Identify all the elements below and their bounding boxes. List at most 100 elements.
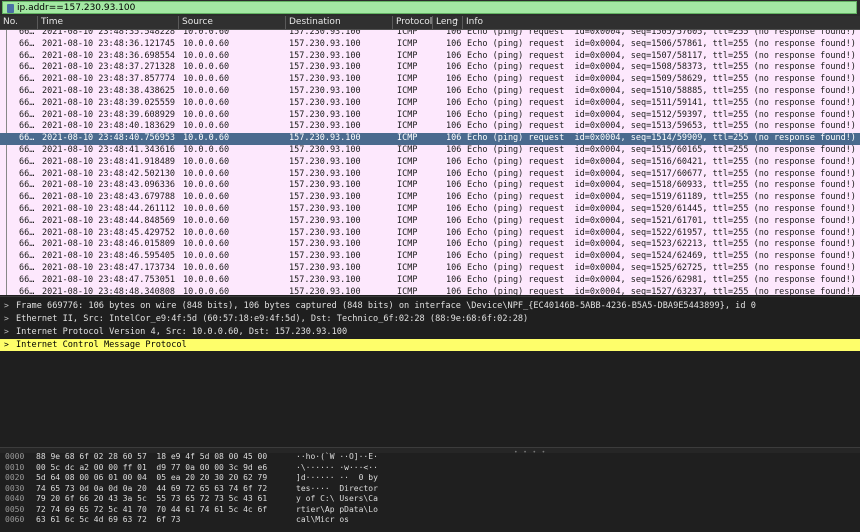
packet-row[interactable]: 66… 2021-08-10 23:48:40.183629 10.0.0.60 15… bbox=[0, 121, 860, 133]
cell-destination: 157.230.93.100 bbox=[289, 239, 361, 250]
cell-length: 106 bbox=[446, 274, 462, 285]
bytes-ascii: tes···· Director bbox=[296, 483, 378, 493]
bytes-hex: 74 65 73 0d 0a 0d 0a 20 44 69 72 65 63 7… bbox=[36, 483, 268, 493]
cell-time: 2021-08-10 23:48:44.848569 bbox=[42, 215, 176, 226]
packet-row[interactable]: 66… 2021-08-10 23:48:39.608929 10.0.0.60 15… bbox=[0, 110, 860, 122]
cell-time: 2021-08-10 23:48:37.857774 bbox=[42, 74, 176, 85]
cell-info: Echo (ping) request id=0x0004, seq=1510/… bbox=[467, 86, 856, 96]
cell-destination: 157.230.93.100 bbox=[289, 30, 361, 37]
column-header-source[interactable]: Source bbox=[179, 16, 286, 29]
chevron-right-icon[interactable]: > bbox=[4, 339, 9, 351]
packet-row[interactable]: 66… 2021-08-10 23:48:36.698554 10.0.0.60 15… bbox=[0, 51, 860, 63]
packet-row[interactable]: 66… 2021-08-10 23:48:46.595405 10.0.0.60 15… bbox=[0, 251, 860, 263]
cell-destination: 157.230.93.100 bbox=[289, 86, 361, 96]
packet-row[interactable]: 66… 2021-08-10 23:48:44.261112 10.0.0.60 15… bbox=[0, 204, 860, 216]
column-header-no[interactable]: No. bbox=[0, 16, 38, 29]
cell-info: Echo (ping) request id=0x0004, seq=1507/… bbox=[467, 50, 856, 61]
cell-no: 66… bbox=[19, 180, 35, 191]
packet-row[interactable]: 66… 2021-08-10 23:48:41.343616 10.0.0.60 15… bbox=[0, 145, 860, 157]
packet-row[interactable]: 66… 2021-08-10 23:48:39.025559 10.0.0.60 15… bbox=[0, 98, 860, 110]
bytes-row[interactable]: 0020 5d 64 08 00 06 01 00 04 05 ea 20 20 … bbox=[0, 473, 860, 482]
column-header-destination[interactable]: Destination bbox=[286, 16, 393, 29]
cell-time: 2021-08-10 23:48:36.698554 bbox=[42, 50, 176, 61]
packet-row[interactable]: 66… 2021-08-10 23:48:47.753051 10.0.0.60 15… bbox=[0, 275, 860, 287]
bytes-hex: 00 5c dc a2 00 00 ff 01 d9 77 0a 00 00 3… bbox=[36, 462, 268, 472]
bytes-row[interactable]: 0040 79 20 6f 66 20 43 3a 5c 55 73 65 72 … bbox=[0, 494, 860, 503]
cell-protocol: ICMP bbox=[397, 133, 418, 144]
detail-tree-label: Ethernet II, Src: IntelCor_e9:4f:5d (60:… bbox=[16, 314, 529, 324]
packet-row[interactable]: 66… 2021-08-10 23:48:47.173734 10.0.0.60 15… bbox=[0, 263, 860, 275]
bytes-ascii: y of C:\ Users\Ca bbox=[296, 494, 378, 503]
column-header-time[interactable]: Time bbox=[38, 16, 179, 29]
bytes-row[interactable]: 0050 72 74 69 65 72 5c 41 70 70 44 61 74 … bbox=[0, 505, 860, 514]
sort-asc-icon: ^ bbox=[453, 18, 459, 26]
packet-row[interactable]: 66… 2021-08-10 23:48:43.096336 10.0.0.60 15… bbox=[0, 180, 860, 192]
chevron-right-icon[interactable]: > bbox=[4, 300, 9, 312]
cell-source: 10.0.0.60 bbox=[183, 204, 230, 214]
cell-no: 66… bbox=[19, 86, 35, 96]
cell-destination: 157.230.93.100 bbox=[289, 50, 361, 61]
detail-tree-item[interactable]: > Ethernet II, Src: IntelCor_e9:4f:5d (60… bbox=[0, 313, 860, 325]
packet-row-selected[interactable]: 66… 2021-08-10 23:48:40.756953 10.0.0.60 15… bbox=[0, 133, 860, 145]
cell-no: 66… bbox=[19, 38, 35, 49]
detail-tree-item[interactable]: > Internet Protocol Version 4, Src: 10.0.… bbox=[0, 326, 860, 338]
packet-row[interactable]: 66… 2021-08-10 23:48:45.429752 10.0.0.60 15… bbox=[0, 228, 860, 240]
bytes-row[interactable]: 0000 88 9e 68 6f 02 28 60 57 18 e9 4f 5d … bbox=[0, 452, 860, 461]
packet-row[interactable]: 66… 2021-08-10 23:48:43.679788 10.0.0.60 15… bbox=[0, 192, 860, 204]
cell-protocol: ICMP bbox=[397, 192, 418, 203]
cell-info: Echo (ping) request id=0x0004, seq=1506/… bbox=[467, 38, 856, 49]
chevron-right-icon[interactable]: > bbox=[4, 313, 9, 325]
cell-info: Echo (ping) request id=0x0004, seq=1513/… bbox=[467, 121, 856, 132]
cell-source: 10.0.0.60 bbox=[183, 86, 230, 96]
column-header-info[interactable]: Info bbox=[463, 16, 860, 29]
bytes-row[interactable]: 0010 00 5c dc a2 00 00 ff 01 d9 77 0a 00 … bbox=[0, 463, 860, 472]
cell-destination: 157.230.93.100 bbox=[289, 133, 361, 144]
packet-row[interactable]: 66… 2021-08-10 23:48:36.121745 10.0.0.60 15… bbox=[0, 39, 860, 51]
packet-row[interactable]: 66… 2021-08-10 23:48:37.857774 10.0.0.60 15… bbox=[0, 74, 860, 86]
cell-time: 2021-08-10 23:48:47.173734 bbox=[42, 263, 176, 273]
cell-no: 66… bbox=[19, 97, 35, 108]
cell-info: Echo (ping) request id=0x0004, seq=1527/… bbox=[467, 286, 856, 295]
packet-list[interactable]: 66… 2021-08-10 23:48:35.548228 10.0.0.60 15… bbox=[0, 30, 860, 295]
packet-row[interactable]: 66… 2021-08-10 23:48:35.548228 10.0.0.60 15… bbox=[0, 30, 860, 39]
packet-row[interactable]: 66… 2021-08-10 23:48:44.848569 10.0.0.60 15… bbox=[0, 216, 860, 228]
cell-protocol: ICMP bbox=[397, 263, 418, 273]
cell-destination: 157.230.93.100 bbox=[289, 74, 361, 85]
cell-destination: 157.230.93.100 bbox=[289, 168, 361, 179]
cell-length: 106 bbox=[446, 38, 462, 49]
cell-no: 66… bbox=[19, 239, 35, 250]
detail-tree-item[interactable]: > Internet Control Message Protocol bbox=[0, 339, 860, 351]
bytes-row[interactable]: 0030 74 65 73 0d 0a 0d 0a 20 44 69 72 65 … bbox=[0, 484, 860, 493]
packet-row[interactable]: 66… 2021-08-10 23:48:41.918489 10.0.0.60 15… bbox=[0, 157, 860, 169]
cell-no: 66… bbox=[19, 204, 35, 214]
packet-row[interactable]: 66… 2021-08-10 23:48:46.015809 10.0.0.60 15… bbox=[0, 239, 860, 251]
cell-time: 2021-08-10 23:48:46.015809 bbox=[42, 239, 176, 250]
packet-row[interactable]: 66… 2021-08-10 23:48:37.271328 10.0.0.60 15… bbox=[0, 62, 860, 74]
cell-info: Echo (ping) request id=0x0004, seq=1523/… bbox=[467, 239, 856, 250]
bytes-ascii: ··ho·(`W ··O]··E· bbox=[296, 452, 378, 461]
chevron-right-icon[interactable]: > bbox=[4, 326, 9, 338]
cell-no: 66… bbox=[19, 263, 35, 273]
cell-no: 66… bbox=[19, 50, 35, 61]
filter-bookmark-icon[interactable] bbox=[7, 4, 14, 13]
detail-tree-item[interactable]: > Frame 669776: 106 bytes on wire (848 bi… bbox=[0, 300, 860, 312]
display-filter-input[interactable]: ip.addr==157.230.93.100 bbox=[2, 1, 857, 14]
cell-no: 66… bbox=[19, 192, 35, 203]
cell-time: 2021-08-10 23:48:40.183629 bbox=[42, 121, 176, 132]
cell-no: 66… bbox=[19, 251, 35, 262]
cell-no: 66… bbox=[19, 145, 35, 155]
packet-row[interactable]: 66… 2021-08-10 23:48:38.438625 10.0.0.60 15… bbox=[0, 86, 860, 98]
packet-row[interactable]: 66… 2021-08-10 23:48:48.340808 10.0.0.60 15… bbox=[0, 287, 860, 295]
packet-row[interactable]: 66… 2021-08-10 23:48:42.502130 10.0.0.60 15… bbox=[0, 169, 860, 181]
column-header-protocol[interactable]: Protocol bbox=[393, 16, 433, 29]
bytes-offset: 0020 bbox=[5, 473, 25, 482]
packet-bytes-pane[interactable]: 0000 88 9e 68 6f 02 28 60 57 18 e9 4f 5d … bbox=[0, 452, 860, 532]
packet-details-pane[interactable]: > Frame 669776: 106 bytes on wire (848 bi… bbox=[0, 296, 860, 449]
display-filter-text[interactable]: ip.addr==157.230.93.100 bbox=[17, 2, 135, 14]
bytes-row[interactable]: 0060 63 61 6c 5c 4d 69 63 72 6f 73 cal\Mic… bbox=[0, 515, 860, 524]
cell-source: 10.0.0.60 bbox=[183, 180, 230, 191]
cell-info: Echo (ping) request id=0x0004, seq=1518/… bbox=[467, 180, 856, 191]
cell-info: Echo (ping) request id=0x0004, seq=1524/… bbox=[467, 251, 856, 262]
cell-time: 2021-08-10 23:48:35.548228 bbox=[42, 30, 176, 37]
column-header-length[interactable]: Leng ^ bbox=[433, 16, 463, 29]
